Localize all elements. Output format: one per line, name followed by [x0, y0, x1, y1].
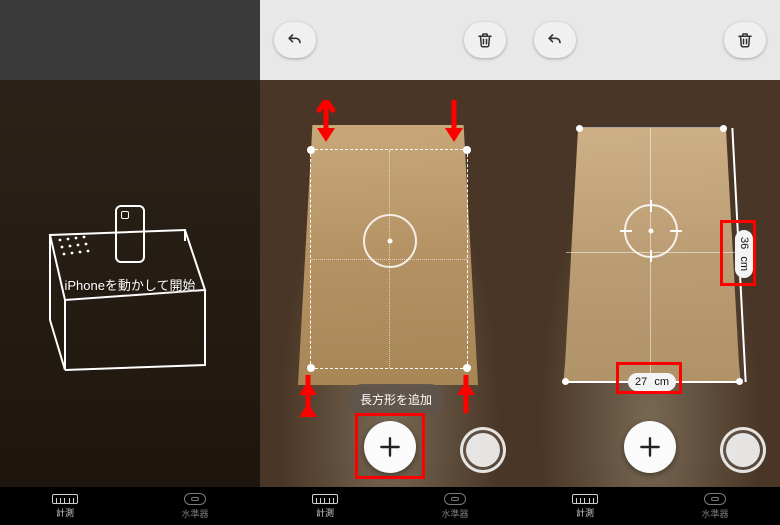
tab-label: 計測 [316, 506, 334, 519]
tab-measure[interactable]: 計測 [545, 494, 625, 519]
measured-rectangle[interactable] [564, 127, 740, 382]
annotation-highlight [720, 220, 756, 286]
tab-bar: 計測 水準器 [520, 487, 780, 525]
undo-icon [285, 30, 305, 50]
tab-level[interactable]: 水準器 [155, 493, 235, 520]
tab-label: 水準器 [441, 507, 468, 520]
plus-icon [377, 434, 403, 460]
level-icon [704, 493, 726, 505]
delete-button[interactable] [724, 22, 766, 58]
undo-button[interactable] [274, 22, 316, 58]
shutter-button[interactable] [720, 427, 766, 473]
screenshot-panel-3: 27 cm 36 cm 計測 水準器 [520, 0, 780, 525]
tab-label: 水準器 [701, 507, 728, 520]
shutter-button[interactable] [460, 427, 506, 473]
add-rectangle-tooltip: 長方形を追加 [348, 384, 444, 415]
corner-handle-br[interactable] [463, 364, 471, 372]
annotation-arrow [456, 375, 476, 423]
add-point-button[interactable] [364, 421, 416, 473]
detected-rectangle[interactable] [310, 149, 468, 369]
annotation-highlight [616, 362, 682, 394]
tab-level[interactable]: 水準器 [415, 493, 495, 520]
corner-handle-tl[interactable] [307, 146, 315, 154]
level-icon [184, 493, 206, 505]
screenshot-panel-2: 長方形を追加 計測 水準器 [260, 0, 520, 525]
ruler-icon [312, 494, 338, 504]
ruler-icon [52, 494, 78, 504]
annotation-arrow [298, 375, 318, 423]
tab-label: 計測 [576, 506, 594, 519]
tab-label: 計測 [56, 506, 74, 519]
ruler-icon [572, 494, 598, 504]
tab-level[interactable]: 水準器 [675, 493, 755, 520]
undo-icon [545, 30, 565, 50]
onboarding-phone-illustration [115, 205, 145, 263]
instruction-text: iPhoneを動かして開始 [0, 275, 260, 294]
corner-handle-bl[interactable] [307, 364, 315, 372]
tab-bar: 計測 水準器 [260, 487, 520, 525]
annotation-arrow [444, 100, 464, 148]
tab-measure[interactable]: 計測 [25, 494, 105, 519]
trash-icon [476, 31, 494, 49]
level-icon [444, 493, 466, 505]
screenshot-panel-1: iPhoneを動かして開始 計測 水準器 [0, 0, 260, 525]
tab-label: 水準器 [181, 507, 208, 520]
delete-button[interactable] [464, 22, 506, 58]
tab-bar: 計測 水準器 [0, 487, 260, 525]
annotation-arrow [316, 100, 336, 148]
undo-button[interactable] [534, 22, 576, 58]
plus-icon [637, 434, 663, 460]
trash-icon [736, 31, 754, 49]
tab-measure[interactable]: 計測 [285, 494, 365, 519]
add-point-button[interactable] [624, 421, 676, 473]
corner-handle-tr[interactable] [463, 146, 471, 154]
